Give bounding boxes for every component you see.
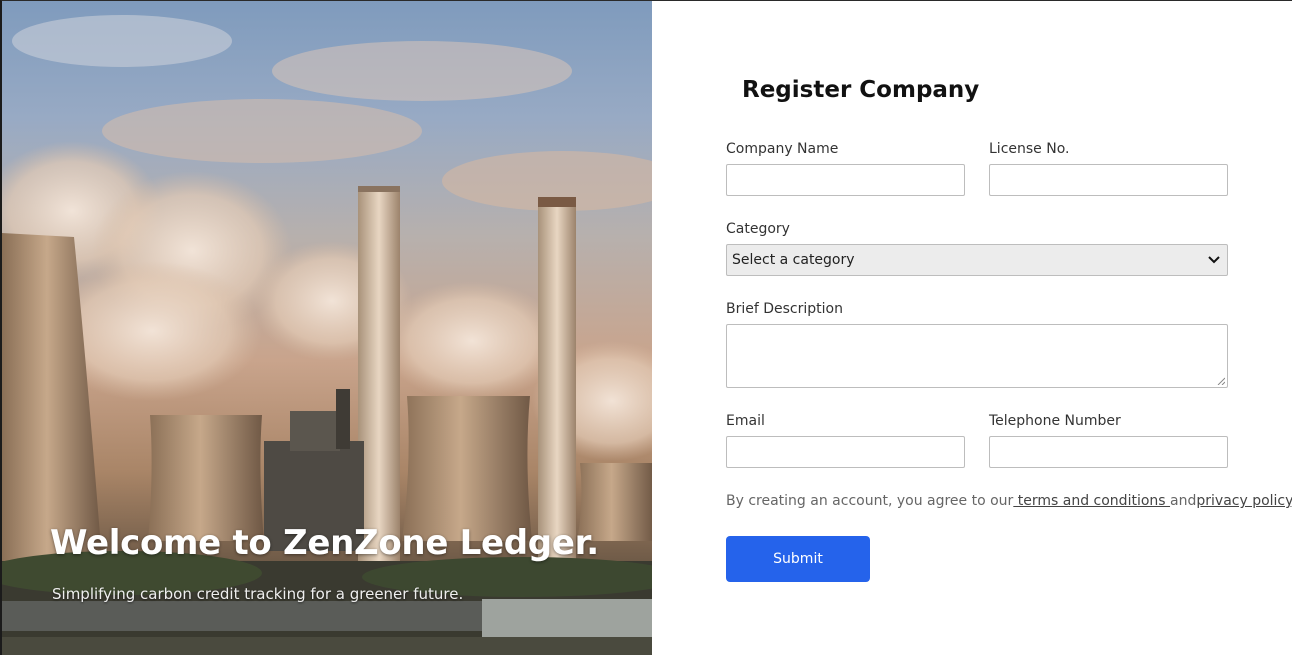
hero-panel: Welcome to ZenZone Ledger. Simplifying c… xyxy=(0,0,652,655)
category-selected-value: Select a category xyxy=(732,252,855,268)
hero-subtitle: Simplifying carbon credit tracking for a… xyxy=(52,585,464,603)
category-label: Category xyxy=(726,221,790,237)
license-no-input[interactable] xyxy=(989,164,1228,196)
terms-link[interactable]: terms and conditions xyxy=(1013,493,1170,509)
hero-title: Welcome to ZenZone Ledger. xyxy=(50,523,599,563)
chevron-down-icon xyxy=(1201,245,1227,275)
terms-notice: By creating an account, you agree to our… xyxy=(726,493,1292,509)
telephone-label: Telephone Number xyxy=(989,413,1121,429)
terms-and: and xyxy=(1170,493,1197,509)
category-select[interactable]: Select a category xyxy=(726,244,1228,276)
email-input[interactable] xyxy=(726,436,965,468)
company-name-input[interactable] xyxy=(726,164,965,196)
form-title: Register Company xyxy=(742,77,980,103)
email-label: Email xyxy=(726,413,765,429)
description-label: Brief Description xyxy=(726,301,843,317)
submit-button[interactable]: Submit xyxy=(726,536,870,582)
company-name-label: Company Name xyxy=(726,141,839,157)
privacy-link[interactable]: privacy policy xyxy=(1196,493,1291,509)
resize-handle-icon[interactable] xyxy=(1217,377,1225,385)
telephone-input[interactable] xyxy=(989,436,1228,468)
register-form: Register Company Company Name License No… xyxy=(652,0,1292,655)
license-no-label: License No. xyxy=(989,141,1070,157)
description-textarea[interactable] xyxy=(726,324,1228,388)
terms-prefix: By creating an account, you agree to our xyxy=(726,493,1014,509)
